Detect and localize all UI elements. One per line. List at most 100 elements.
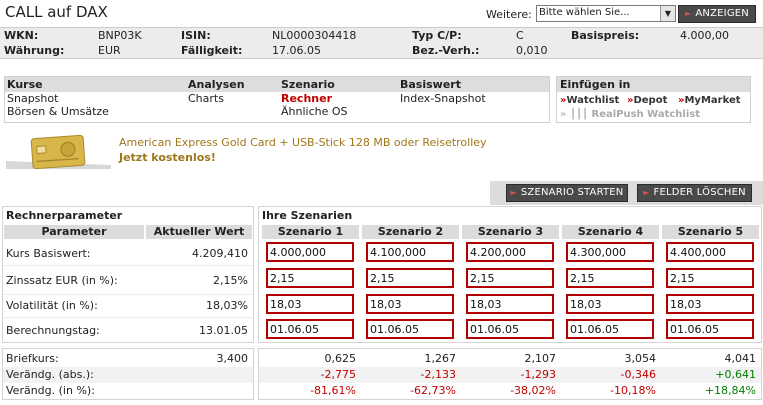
- depot-link[interactable]: »Depot: [627, 95, 667, 106]
- mymarket-link[interactable]: »MyMarket: [678, 95, 741, 106]
- mymarket-label: MyMarket: [684, 95, 741, 106]
- scenario-1-berechnungstag-input[interactable]: [266, 319, 354, 339]
- scenario-2-berechnungstag-input[interactable]: [366, 319, 454, 339]
- scenario-2-volatilitaet-input[interactable]: [366, 294, 454, 314]
- scenario-5-zinssatz-input[interactable]: [666, 268, 754, 288]
- param-label-berechnungstag: Berechnungstag:: [6, 324, 100, 337]
- param-value-berechnungstag: 13.01.05: [199, 324, 248, 337]
- scenario-2-kurs-input[interactable]: [366, 242, 454, 262]
- realpush-link[interactable]: » ┃┃┃ RealPush Watchlist: [560, 109, 700, 120]
- nav-link-index-snapshot[interactable]: Index-Snapshot: [398, 92, 548, 105]
- einfuegen-box: Einfügen in »Watchlist »Depot »MyMarket …: [556, 76, 751, 123]
- col-header-szenario-1: Szenario 1: [262, 225, 359, 239]
- nav-link-aehnliche-os[interactable]: Ähnliche OS: [279, 105, 397, 118]
- col-header-szenario-4: Szenario 4: [562, 225, 659, 239]
- scenario-4-volatilitaet-input[interactable]: [566, 294, 654, 314]
- scenario-5-volatilitaet-input[interactable]: [666, 294, 754, 314]
- waehrung-label: Währung:: [4, 44, 65, 57]
- col-header-szenario-2: Szenario 2: [362, 225, 459, 239]
- col-header-szenario-3: Szenario 3: [462, 225, 559, 239]
- param-value-volatilitaet: 18,03%: [206, 299, 248, 312]
- scenario-3-kurs-input[interactable]: [466, 242, 554, 262]
- scenario-5-berechnungstag-input[interactable]: [666, 319, 754, 339]
- bezverh-label: Bez.-Verh.:: [412, 44, 480, 57]
- scenario-4-zinssatz-input[interactable]: [566, 268, 654, 288]
- scenario-5-kurs-input[interactable]: [666, 242, 754, 262]
- row-separator: [3, 265, 253, 266]
- basispreis-value: 4.000,00: [680, 29, 729, 42]
- faelligkeit-label: Fälligkeit:: [181, 44, 243, 57]
- result-current-briefkurs: 3,400: [216, 352, 249, 365]
- row-separator: [3, 317, 253, 318]
- isin-label: ISIN:: [181, 29, 211, 42]
- scenario-4-berechnungstag-input[interactable]: [566, 319, 654, 339]
- typ-label: Typ C/P:: [412, 29, 462, 42]
- bezverh-value: 0,010: [516, 44, 548, 57]
- scenario-1-kurs-input[interactable]: [266, 242, 354, 262]
- anzeigen-button[interactable]: ► ANZEIGEN: [678, 5, 756, 23]
- col-header-szenario-5: Szenario 5: [662, 225, 759, 239]
- result-abs-3: -1,293: [520, 368, 556, 381]
- result-pct-4: -10,18%: [610, 384, 656, 397]
- chevron-down-icon[interactable]: ▼: [660, 6, 675, 21]
- scenario-1-volatilitaet-input[interactable]: [266, 294, 354, 314]
- scenario-2-zinssatz-input[interactable]: [366, 268, 454, 288]
- param-label-kurs: Kurs Basiswert:: [6, 247, 91, 260]
- nav-link-boersen-umsaetze[interactable]: Börsen & Umsätze: [5, 105, 185, 118]
- col-header-parameter: Parameter: [4, 225, 144, 239]
- promo-cta[interactable]: Jetzt kostenlos!: [119, 151, 216, 164]
- result-brief-row: 0,625 1,267 2,107 3,054 4,041: [259, 351, 761, 367]
- param-value-kurs: 4.209,410: [192, 247, 248, 260]
- nav-link-rechner[interactable]: Rechner: [279, 92, 397, 105]
- result-pct-row: -81,61% -62,73% -38,02% -10,18% +18,84%: [259, 383, 761, 399]
- param-value-zinssatz: 2,15%: [213, 274, 248, 287]
- depot-label: Depot: [633, 95, 668, 106]
- nav-col-basiswert: Basiswert Index-Snapshot: [398, 77, 548, 105]
- nav-col-szenario: Szenario Rechner Ähnliche OS: [279, 77, 397, 118]
- nav-head-kurse: Kurse: [7, 78, 43, 91]
- weitere-select[interactable]: Bitte wählen Sie... ▼: [536, 5, 676, 22]
- scenario-1-zinssatz-input[interactable]: [266, 268, 354, 288]
- einfuegen-head: Einfügen in: [557, 77, 750, 92]
- nav-link-snapshot[interactable]: Snapshot: [5, 92, 185, 105]
- felder-loeschen-button[interactable]: ► FELDER LÖSCHEN: [637, 184, 752, 202]
- result-pct-1: -81,61%: [310, 384, 356, 397]
- promo-text[interactable]: American Express Gold Card + USB-Stick 1…: [119, 136, 487, 149]
- szenario-starten-button[interactable]: ► SZENARIO STARTEN: [506, 184, 628, 202]
- result-pct-2: -62,73%: [410, 384, 456, 397]
- nav-link-charts[interactable]: Charts: [186, 92, 278, 105]
- arrow-right-icon: ►: [685, 9, 692, 18]
- result-pct-3: -38,02%: [510, 384, 556, 397]
- waehrung-value: EUR: [98, 44, 121, 57]
- result-pct-5: +18,84%: [704, 384, 756, 397]
- nav-head-szenario: Szenario: [281, 78, 335, 91]
- weitere-selected-value: Bitte wählen Sie...: [539, 7, 630, 18]
- instrument-info: WKN: BNP03K ISIN: NL0000304418 Typ C/P: …: [0, 27, 763, 59]
- szenarien-panel: Ihre Szenarien Szenario 1 Szenario 2 Sze…: [258, 206, 762, 343]
- scenario-4-kurs-input[interactable]: [566, 242, 654, 262]
- weitere-label: Weitere:: [486, 8, 532, 21]
- result-row-briefkurs: Briefkurs: 3,400: [3, 351, 253, 367]
- basispreis-label: Basispreis:: [571, 29, 640, 42]
- result-brief-3: 2,107: [524, 352, 557, 365]
- gold-card-image[interactable]: [6, 133, 111, 170]
- rechnerparameter-panel: Rechnerparameter Parameter Aktueller Wer…: [2, 206, 254, 343]
- scenario-3-berechnungstag-input[interactable]: [466, 319, 554, 339]
- result-abs-4: -0,346: [620, 368, 656, 381]
- page-title: CALL auf DAX: [5, 3, 108, 21]
- nav-col-kurse: Kurse Snapshot Börsen & Umsätze: [5, 77, 185, 118]
- param-label-volatilitaet: Volatilität (in %):: [6, 299, 98, 312]
- result-brief-5: 4,041: [724, 352, 757, 365]
- anzeigen-label: ANZEIGEN: [695, 8, 749, 19]
- realpush-label: RealPush Watchlist: [591, 109, 701, 120]
- scenario-3-volatilitaet-input[interactable]: [466, 294, 554, 314]
- watchlist-link[interactable]: »Watchlist: [560, 95, 619, 106]
- scenario-3-zinssatz-input[interactable]: [466, 268, 554, 288]
- faelligkeit-value: 17.06.05: [272, 44, 321, 57]
- result-abs-row: -2,775 -2,133 -1,293 -0,346 +0,641: [259, 367, 761, 383]
- results-labels-panel: Briefkurs: 3,400 Verändg. (abs.): Veränd…: [2, 348, 254, 400]
- watchlist-label: Watchlist: [566, 95, 620, 106]
- result-label-abs: Verändg. (abs.):: [6, 368, 94, 381]
- szenario-starten-label: SZENARIO STARTEN: [520, 187, 624, 198]
- nav-head-basiswert: Basiswert: [400, 78, 461, 91]
